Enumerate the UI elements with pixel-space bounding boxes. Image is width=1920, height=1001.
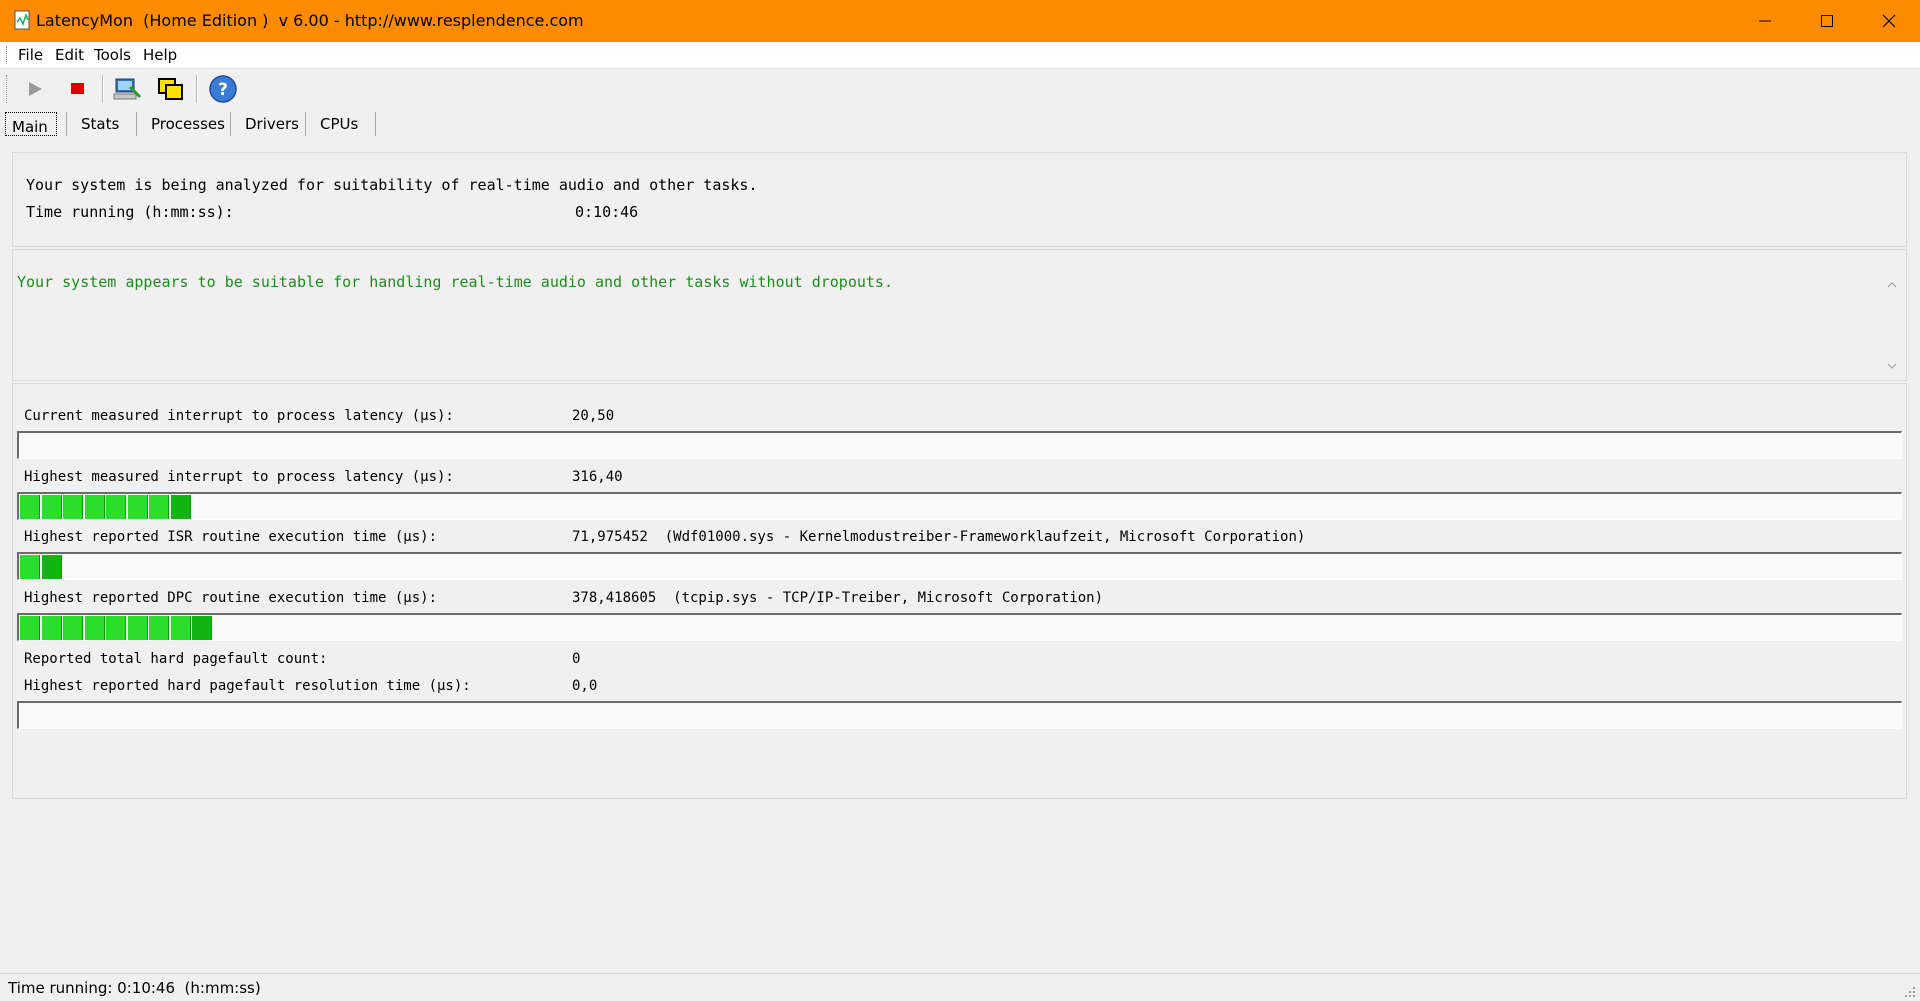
pagefault-time-meter <box>17 701 1902 729</box>
dpc-time-value: 378,418605 (tcpip.sys - TCP/IP-Treiber, … <box>572 590 1104 606</box>
resize-grip-icon[interactable] <box>1902 984 1916 998</box>
tab-separator <box>66 112 67 136</box>
menu-grip <box>6 46 10 64</box>
current-latency-meter <box>17 431 1902 459</box>
analysis-status-text: Your system is being analyzed for suitab… <box>26 176 758 194</box>
computer-button[interactable] <box>110 73 144 105</box>
menu-tools[interactable]: Tools <box>94 46 131 64</box>
status-text: Time running: 0:10:46 (h:mm:ss) <box>8 979 261 997</box>
toolbar-separator <box>102 75 104 103</box>
tab-separator <box>230 112 231 136</box>
meter-segment <box>149 495 169 519</box>
meter-segment <box>106 616 126 640</box>
tab-separator <box>136 112 137 136</box>
isr-time-value: 71,975452 (Wdf01000.sys - Kernelmodustre… <box>572 529 1306 545</box>
tab-processes-label: Processes <box>151 115 225 133</box>
isr-time-label: Highest reported ISR routine execution t… <box>24 529 438 545</box>
scroll-down-icon[interactable] <box>1886 361 1898 371</box>
help-button[interactable]: ? <box>206 73 240 105</box>
pagefault-count-value: 0 <box>572 651 581 667</box>
stop-button[interactable] <box>60 73 94 105</box>
tab-separator <box>305 112 306 136</box>
title-bar[interactable]: LatencyMon (Home Edition ) v 6.00 - http… <box>0 0 1920 42</box>
svg-text:?: ? <box>218 80 228 100</box>
pagefault-time-label: Highest reported hard pagefault resoluti… <box>24 678 471 694</box>
tab-drivers-label: Drivers <box>245 115 299 133</box>
meter-segment <box>20 616 40 640</box>
meter-segment <box>20 555 40 579</box>
toolbar-grip <box>6 75 10 103</box>
meter-segment <box>170 616 191 640</box>
meter-segment <box>41 555 62 579</box>
isr-time-meter <box>17 552 1902 580</box>
close-button[interactable] <box>1858 0 1920 42</box>
play-icon <box>29 82 42 96</box>
tab-stats-label: Stats <box>81 115 120 133</box>
tab-drivers[interactable]: Drivers <box>234 110 304 136</box>
meter-segment <box>41 495 62 519</box>
meter-segment <box>63 495 83 519</box>
minimize-button[interactable] <box>1734 0 1796 42</box>
meter-segment <box>170 495 191 519</box>
scroll-up-icon[interactable] <box>1886 280 1898 290</box>
status-bar: Time running: 0:10:46 (h:mm:ss) <box>0 973 1920 1001</box>
tab-main-label: Main <box>12 118 48 136</box>
conclusion-text: Your system appears to be suitable for h… <box>17 273 893 291</box>
highest-latency-meter <box>17 492 1902 520</box>
highest-latency-label: Highest measured interrupt to process la… <box>24 469 454 485</box>
windows-icon <box>158 78 183 100</box>
meter-segment <box>20 495 40 519</box>
window-title: LatencyMon (Home Edition ) v 6.00 - http… <box>36 11 584 30</box>
menu-bar: File Edit Tools Help <box>0 42 1920 69</box>
meter-segment <box>84 616 105 640</box>
tab-cpus-label: CPUs <box>320 115 359 133</box>
time-running-value: 0:10:46 <box>575 203 639 221</box>
start-button[interactable] <box>18 73 52 105</box>
conclusion-panel: Your system appears to be suitable for h… <box>12 249 1907 381</box>
dpc-time-meter <box>17 613 1902 641</box>
minimize-icon <box>1759 20 1771 22</box>
highest-latency-value: 316,40 <box>572 469 623 485</box>
time-running-label: Time running (h:mm:ss): <box>26 203 234 221</box>
toolbar-separator <box>196 75 198 103</box>
meter-segment <box>41 616 62 640</box>
computer-icon <box>113 78 142 100</box>
menu-help[interactable]: Help <box>143 46 177 64</box>
meter-segment <box>106 495 126 519</box>
maximize-icon <box>1821 15 1833 27</box>
current-latency-label: Current measured interrupt to process la… <box>24 408 454 424</box>
meter-segment <box>127 495 148 519</box>
tab-processes[interactable]: Processes <box>140 110 230 136</box>
analysis-panel: Your system is being analyzed for suitab… <box>12 152 1907 247</box>
tab-cpus[interactable]: CPUs <box>309 110 373 136</box>
meter-segment <box>127 616 148 640</box>
tab-main[interactable]: Main <box>5 112 57 136</box>
tab-separator <box>375 112 376 136</box>
close-icon <box>1882 14 1896 28</box>
pagefault-count-label: Reported total hard pagefault count: <box>24 651 328 667</box>
meter-segment <box>149 616 169 640</box>
pagefault-time-value: 0,0 <box>572 678 598 694</box>
meter-segment <box>63 616 83 640</box>
tab-strip: Main Stats Processes Drivers CPUs <box>0 110 1920 138</box>
meter-segment <box>192 616 212 640</box>
dpc-time-label: Highest reported DPC routine execution t… <box>24 590 438 606</box>
help-icon: ? <box>209 75 237 103</box>
app-icon <box>14 10 30 30</box>
menu-file[interactable]: File <box>18 46 43 64</box>
stop-icon <box>71 83 84 94</box>
tab-stats[interactable]: Stats <box>70 110 130 136</box>
meter-segment <box>84 495 105 519</box>
windows-button[interactable] <box>154 73 188 105</box>
maximize-button[interactable] <box>1796 0 1858 42</box>
current-latency-value: 20,50 <box>572 408 615 424</box>
latency-stats-panel: Current measured interrupt to process la… <box>12 383 1907 799</box>
menu-edit[interactable]: Edit <box>55 46 84 64</box>
toolbar: ? <box>0 69 1920 109</box>
